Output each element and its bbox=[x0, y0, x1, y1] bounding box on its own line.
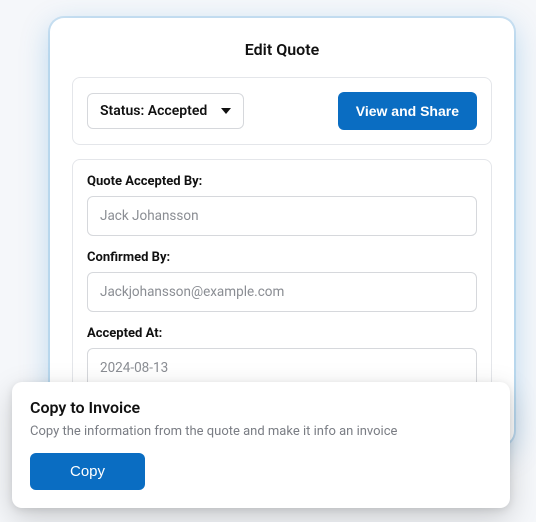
edit-quote-card: Edit Quote Status: Accepted View and Sha… bbox=[50, 18, 514, 445]
copy-to-invoice-card: Copy to Invoice Copy the information fro… bbox=[12, 382, 510, 508]
chevron-down-icon bbox=[221, 108, 231, 114]
status-select-label: Status: Accepted bbox=[100, 103, 207, 119]
confirmed-by-input[interactable] bbox=[87, 272, 477, 312]
view-and-share-button[interactable]: View and Share bbox=[338, 92, 477, 130]
top-section: Status: Accepted View and Share bbox=[72, 77, 492, 145]
accepted-by-label: Quote Accepted By: bbox=[87, 174, 477, 189]
page-title: Edit Quote bbox=[72, 40, 492, 59]
status-select[interactable]: Status: Accepted bbox=[87, 93, 244, 129]
copy-card-title: Copy to Invoice bbox=[30, 398, 492, 417]
copy-card-description: Copy the information from the quote and … bbox=[30, 423, 492, 441]
confirmed-by-label: Confirmed By: bbox=[87, 250, 477, 265]
copy-button[interactable]: Copy bbox=[30, 453, 145, 490]
form-section: Quote Accepted By: Confirmed By: Accepte… bbox=[72, 159, 492, 407]
accepted-at-label: Accepted At: bbox=[87, 326, 477, 341]
accepted-by-input[interactable] bbox=[87, 196, 477, 236]
